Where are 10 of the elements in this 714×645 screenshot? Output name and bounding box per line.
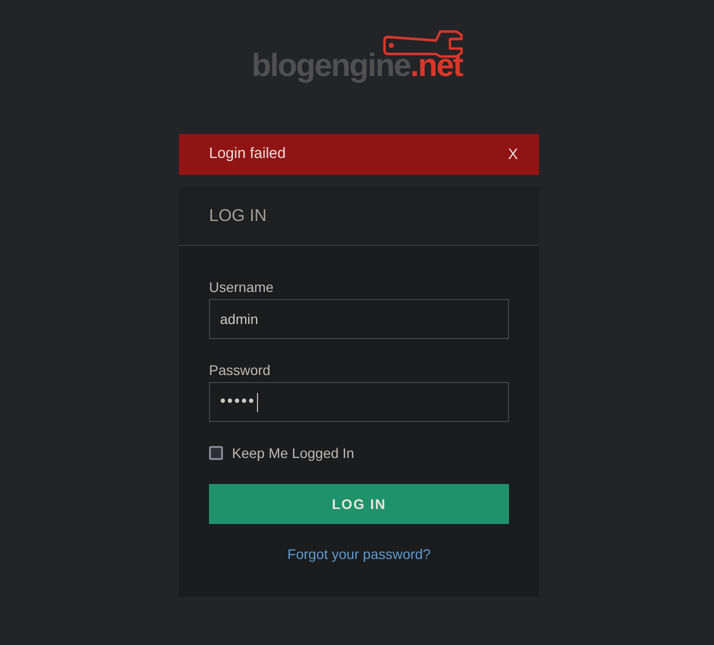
field-label: Password — [209, 361, 270, 380]
checkbox-label: Keep Me Logged In — [232, 444, 354, 463]
forgot-password-link[interactable]: Forgot your password? — [287, 544, 431, 564]
card-title: LOG IN — [209, 204, 267, 227]
close-button[interactable]: X — [508, 144, 518, 164]
field-label: Username — [209, 278, 274, 297]
checkbox[interactable] — [209, 446, 223, 460]
username-field[interactable]: admin — [209, 299, 509, 339]
alert-message: Login failed — [209, 144, 286, 164]
password-field[interactable]: ••••• — [209, 382, 509, 422]
